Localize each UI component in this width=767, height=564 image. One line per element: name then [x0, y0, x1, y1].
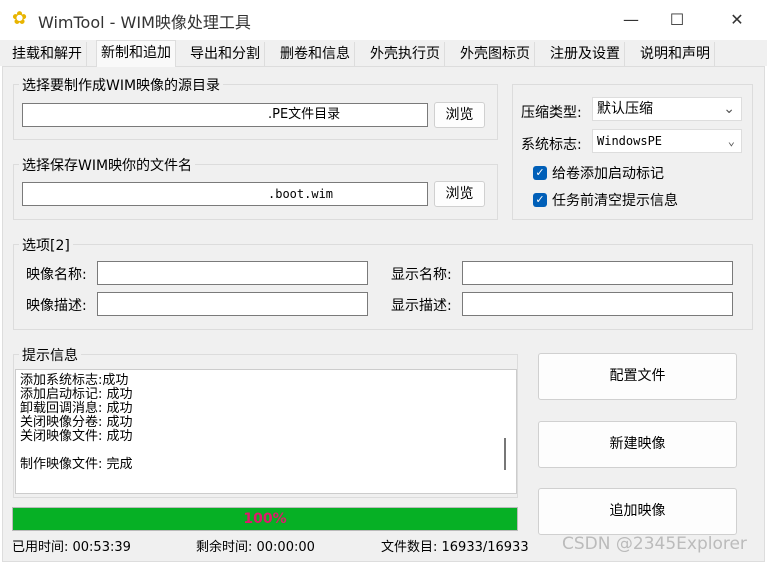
- tab-create-append[interactable]: 新制和追加: [96, 40, 176, 67]
- flag-label: 系统标志:: [521, 137, 582, 153]
- close-button[interactable]: ✕: [714, 6, 760, 34]
- boot-flag-checkbox[interactable]: ✓: [533, 166, 547, 180]
- flag-select[interactable]: WindowsPE ⌄: [592, 129, 742, 153]
- log-line: 制作映像文件: 完成: [20, 457, 133, 472]
- log-line: 关闭映像文件: 成功: [20, 429, 133, 444]
- display-name-input[interactable]: [462, 261, 733, 285]
- log-scrollbar[interactable]: [504, 438, 506, 470]
- target-label: 选择保存WIM映你的文件名: [19, 155, 196, 175]
- options-label: 选项[2]: [19, 235, 73, 255]
- tab-delete-info[interactable]: 删卷和信息: [276, 42, 355, 66]
- compress-label: 压缩类型:: [521, 105, 582, 121]
- log-line: 关闭映像分卷: 成功: [20, 415, 133, 430]
- chevron-down-icon: ⌄: [727, 134, 735, 148]
- source-browse-button[interactable]: 浏览: [434, 102, 485, 128]
- tab-shell-exec[interactable]: 外壳执行页: [366, 42, 445, 66]
- source-input[interactable]: .PE文件目录: [22, 103, 428, 127]
- options-group: [13, 244, 753, 330]
- progress-bar: 100%: [13, 508, 517, 530]
- clear-log-checkbox[interactable]: ✓: [533, 193, 547, 207]
- tab-shell-icon[interactable]: 外壳图标页: [456, 42, 535, 66]
- watermark: CSDN @2345Explorer: [562, 534, 747, 554]
- display-desc-input[interactable]: [462, 292, 733, 316]
- clear-log-label: 任务前清空提示信息: [552, 193, 678, 209]
- log-label: 提示信息: [19, 345, 81, 365]
- display-name-label: 显示名称:: [391, 267, 452, 283]
- image-desc-input[interactable]: [97, 292, 368, 316]
- title-bar: ✿ WimTool - WIM映像处理工具 — ☐ ✕: [0, 0, 767, 38]
- app-logo-icon: ✿: [12, 8, 28, 29]
- image-name-input[interactable]: [97, 261, 368, 285]
- target-browse-button[interactable]: 浏览: [434, 181, 485, 207]
- create-image-button[interactable]: 新建映像: [538, 421, 737, 468]
- boot-flag-label: 给卷添加启动标记: [552, 166, 664, 182]
- display-desc-label: 显示描述:: [391, 298, 452, 314]
- chevron-down-icon: ⌄: [723, 101, 735, 117]
- tab-export-split[interactable]: 导出和分割: [186, 42, 265, 66]
- file-count: 文件数目: 16933/16933: [381, 540, 529, 555]
- log-line: 添加系统标志:成功: [20, 373, 129, 388]
- maximize-button[interactable]: ☐: [654, 6, 700, 34]
- tab-about[interactable]: 说明和声明: [636, 42, 715, 66]
- image-desc-label: 映像描述:: [26, 298, 87, 314]
- tab-register-settings[interactable]: 注册及设置: [546, 42, 625, 66]
- target-input[interactable]: .boot.wim: [22, 182, 428, 206]
- source-label: 选择要制作成WIM映像的源目录: [19, 75, 224, 95]
- elapsed-time: 已用时间: 00:53:39: [12, 540, 131, 555]
- log-line: 添加启动标记: 成功: [20, 387, 133, 402]
- image-name-label: 映像名称:: [26, 267, 87, 283]
- tab-mount[interactable]: 挂载和解开: [8, 42, 87, 66]
- log-line: 卸载回调消息: 成功: [20, 401, 133, 416]
- window-title: WimTool - WIM映像处理工具: [38, 13, 251, 32]
- minimize-button[interactable]: —: [608, 6, 654, 34]
- append-image-button[interactable]: 追加映像: [538, 488, 737, 535]
- flag-value: WindowsPE: [597, 134, 663, 148]
- progress-label: 100%: [243, 511, 287, 527]
- compress-value: 默认压缩: [597, 101, 653, 117]
- config-file-button[interactable]: 配置文件: [538, 353, 737, 400]
- remaining-time: 剩余时间: 00:00:00: [196, 540, 315, 555]
- compress-select[interactable]: 默认压缩 ⌄: [592, 97, 742, 121]
- progress-track: 100%: [12, 507, 518, 531]
- log-textarea[interactable]: 添加系统标志:成功 添加启动标记: 成功 卸载回调消息: 成功 关闭映像分卷: …: [15, 369, 517, 494]
